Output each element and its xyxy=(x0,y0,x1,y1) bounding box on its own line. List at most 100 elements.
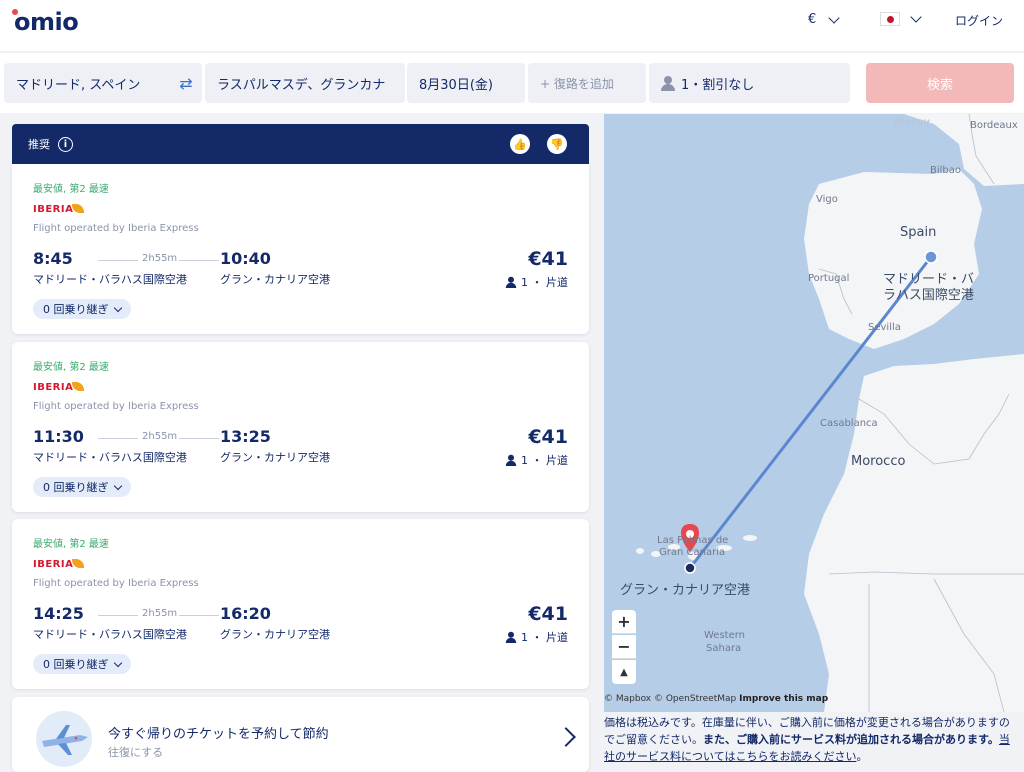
result-tag: 最安値, 第2 最速 xyxy=(33,362,109,373)
map-label-biscay: Biscay xyxy=(894,117,930,128)
top-header: omio € ログイン xyxy=(0,0,1024,52)
login-link[interactable]: ログイン xyxy=(955,12,1003,29)
departure-time: 14:25 xyxy=(33,604,84,623)
date-field[interactable]: 8月30日(金) xyxy=(407,63,525,103)
map-attribution: © Mapbox © OpenStreetMap Improve this ma… xyxy=(604,694,828,704)
person-icon xyxy=(505,454,517,466)
japan-flag-icon xyxy=(880,12,900,26)
destination-label: グラン・カナリア空港 xyxy=(620,583,751,598)
person-icon xyxy=(505,631,517,643)
arrival-station: グラン・カナリア空港 xyxy=(220,451,330,464)
arrival-time: 16:20 xyxy=(220,604,271,623)
duration: 2h55m xyxy=(142,608,178,619)
map-label-casablanca: Casablanca xyxy=(820,418,878,429)
duration: 2h55m xyxy=(142,431,178,442)
departure-station: マドリード・バラハス国際空港 xyxy=(33,273,187,286)
chevron-down-icon xyxy=(828,11,840,24)
map-label-bordeaux: Bordeaux xyxy=(970,120,1018,131)
promo-subtitle: 往復にする xyxy=(108,746,164,759)
map-label-sahara: Sahara xyxy=(706,643,742,654)
passenger-text: 1 ・ 片道 xyxy=(521,276,568,289)
result-tag: 最安値, 第2 最速 xyxy=(33,184,109,195)
arrival-station: グラン・カナリア空港 xyxy=(220,628,330,641)
chevron-down-icon xyxy=(113,481,122,490)
duration-line xyxy=(179,260,219,261)
operated-by: Flight operated by Iberia Express xyxy=(33,401,199,412)
map-label-sevilla: Sevilla xyxy=(868,322,901,333)
passenger-info: 1 ・ 片道 xyxy=(504,274,568,290)
results-panel: 推奨 i 👍 👎 最安値, 第2 最速 IBERIA Flight operat… xyxy=(0,114,600,772)
attribution-text: © Mapbox © OpenStreetMap xyxy=(604,694,737,704)
info-icon[interactable]: i xyxy=(58,136,73,152)
add-return-field[interactable]: + 復路を追加 xyxy=(528,63,646,103)
map-land xyxy=(636,114,1024,712)
map-label-las-palmas-1: Las Palmas de xyxy=(657,535,729,546)
stops-label: 0 回乗り継ぎ xyxy=(43,303,109,316)
thumbs-up-icon[interactable]: 👍 xyxy=(510,134,530,154)
departure-time: 11:30 xyxy=(33,427,84,446)
stops-label: 0 回乗り継ぎ xyxy=(43,658,109,671)
origin-label-line2: ラハス国際空港 xyxy=(883,287,974,303)
chevron-down-icon xyxy=(910,11,922,23)
duration-line xyxy=(179,438,219,439)
stops-toggle[interactable]: 0 回乗り継ぎ xyxy=(33,654,131,674)
origin-field[interactable]: マドリード, スペイン xyxy=(4,63,202,103)
result-card[interactable]: 最安値, 第2 最速 IBERIA Flight operated by Ibe… xyxy=(12,342,589,512)
zoom-out-button[interactable]: − xyxy=(612,635,636,659)
return-ticket-promo[interactable]: 今すぐ帰りのチケットを予約して節約 往復にする xyxy=(12,697,589,772)
person-icon xyxy=(661,76,675,91)
swap-icon[interactable]: ⇄ xyxy=(176,73,196,93)
disclaimer-end: 。 xyxy=(856,750,868,764)
map-label-morocco: Morocco xyxy=(851,454,906,469)
improve-map-link[interactable]: Improve this map xyxy=(739,694,828,704)
passenger-info: 1 ・ 片道 xyxy=(504,629,568,645)
result-card[interactable]: 最安値, 第2 最速 IBERIA Flight operated by Ibe… xyxy=(12,519,589,689)
iberia-mark-icon xyxy=(72,204,84,213)
operated-by: Flight operated by Iberia Express xyxy=(33,223,199,234)
arrival-station: グラン・カナリア空港 xyxy=(220,273,330,286)
stops-toggle[interactable]: 0 回乗り継ぎ xyxy=(33,299,131,319)
omio-logo[interactable]: omio xyxy=(14,8,79,36)
passenger-text: 1 ・ 片道 xyxy=(521,631,568,644)
iberia-mark-icon xyxy=(72,559,84,568)
result-tag: 最安値, 第2 最速 xyxy=(33,539,109,550)
route-map[interactable]: Biscay Bordeaux Bilbao Vigo Spain Portug… xyxy=(604,114,1024,712)
airplane-illustration xyxy=(36,711,92,767)
zoom-in-button[interactable]: + xyxy=(612,610,636,634)
stops-toggle[interactable]: 0 回乗り継ぎ xyxy=(33,477,131,497)
departure-time: 8:45 xyxy=(33,249,73,268)
passengers-label: 1・割引なし xyxy=(681,77,755,93)
price: €41 xyxy=(528,603,568,625)
chevron-down-icon xyxy=(113,303,122,312)
person-icon xyxy=(505,276,517,288)
operated-by: Flight operated by Iberia Express xyxy=(33,578,199,589)
origin-label: マドリード・バ ラハス国際空港 xyxy=(883,272,974,303)
map-label-spain: Spain xyxy=(900,225,937,240)
result-card[interactable]: 最安値, 第2 最速 IBERIA Flight operated by Ibe… xyxy=(12,164,589,334)
language-selector[interactable] xyxy=(880,11,922,26)
duration-line xyxy=(98,615,138,616)
arrival-time: 10:40 xyxy=(220,249,271,268)
departure-station: マドリード・バラハス国際空港 xyxy=(33,628,187,641)
disclaimer-bold: また、ご購入前にサービス料が追加される場合があります。 xyxy=(703,733,999,747)
price: €41 xyxy=(528,426,568,448)
recommendation-bar: 推奨 i 👍 👎 xyxy=(12,124,589,164)
origin-label-line1: マドリード・バ xyxy=(883,272,975,287)
search-button[interactable]: 検索 xyxy=(866,63,1014,103)
search-bar: マドリード, スペイン ⇄ ラスパルマスデ、グランカナ 8月30日(金) + 復… xyxy=(0,53,1024,113)
passengers-field[interactable]: 1・割引なし xyxy=(649,63,850,103)
duration-line xyxy=(179,615,219,616)
duration-line xyxy=(98,260,138,261)
currency-selector[interactable]: € xyxy=(808,11,840,27)
passenger-text: 1 ・ 片道 xyxy=(521,454,568,467)
thumbs-down-icon[interactable]: 👎 xyxy=(547,134,567,154)
compass-button[interactable]: ▲ xyxy=(612,660,636,684)
price-disclaimer: 価格は税込みです。在庫量に伴い、ご購入前に価格が変更される場合がありますのでご留… xyxy=(604,714,1018,766)
destination-field[interactable]: ラスパルマスデ、グランカナ xyxy=(205,63,405,103)
chevron-down-icon xyxy=(113,658,122,667)
currency-label: € xyxy=(808,12,817,27)
map-label-portugal: Portugal xyxy=(808,273,850,284)
passenger-info: 1 ・ 片道 xyxy=(504,452,568,468)
iberia-mark-icon xyxy=(72,382,84,391)
price: €41 xyxy=(528,248,568,270)
